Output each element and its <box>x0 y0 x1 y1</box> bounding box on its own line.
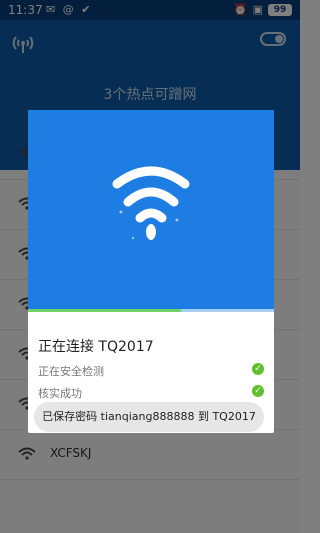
step-label: 正在安全检测 <box>38 365 104 378</box>
dialog-title: 正在连接 TQ2017 <box>38 339 154 355</box>
step-label: 核实成功 <box>38 387 82 400</box>
step-security-check: 正在安全检测 ✓ <box>38 363 264 379</box>
step-verified: 核实成功 ✓ <box>38 385 264 401</box>
progress-fill <box>28 309 181 312</box>
check-icon: ✓ <box>252 385 264 397</box>
dialog-banner <box>28 110 274 311</box>
wifi-connecting-icon <box>112 166 190 240</box>
check-icon: ✓ <box>252 363 264 375</box>
connecting-dialog: 正在连接 TQ2017 正在安全检测 ✓ 核实成功 ✓ <box>28 110 274 433</box>
saved-password-toast: 已保存密码 tianqiang888888 到 TQ2017 <box>34 402 264 432</box>
connection-progress-bar <box>28 309 274 312</box>
